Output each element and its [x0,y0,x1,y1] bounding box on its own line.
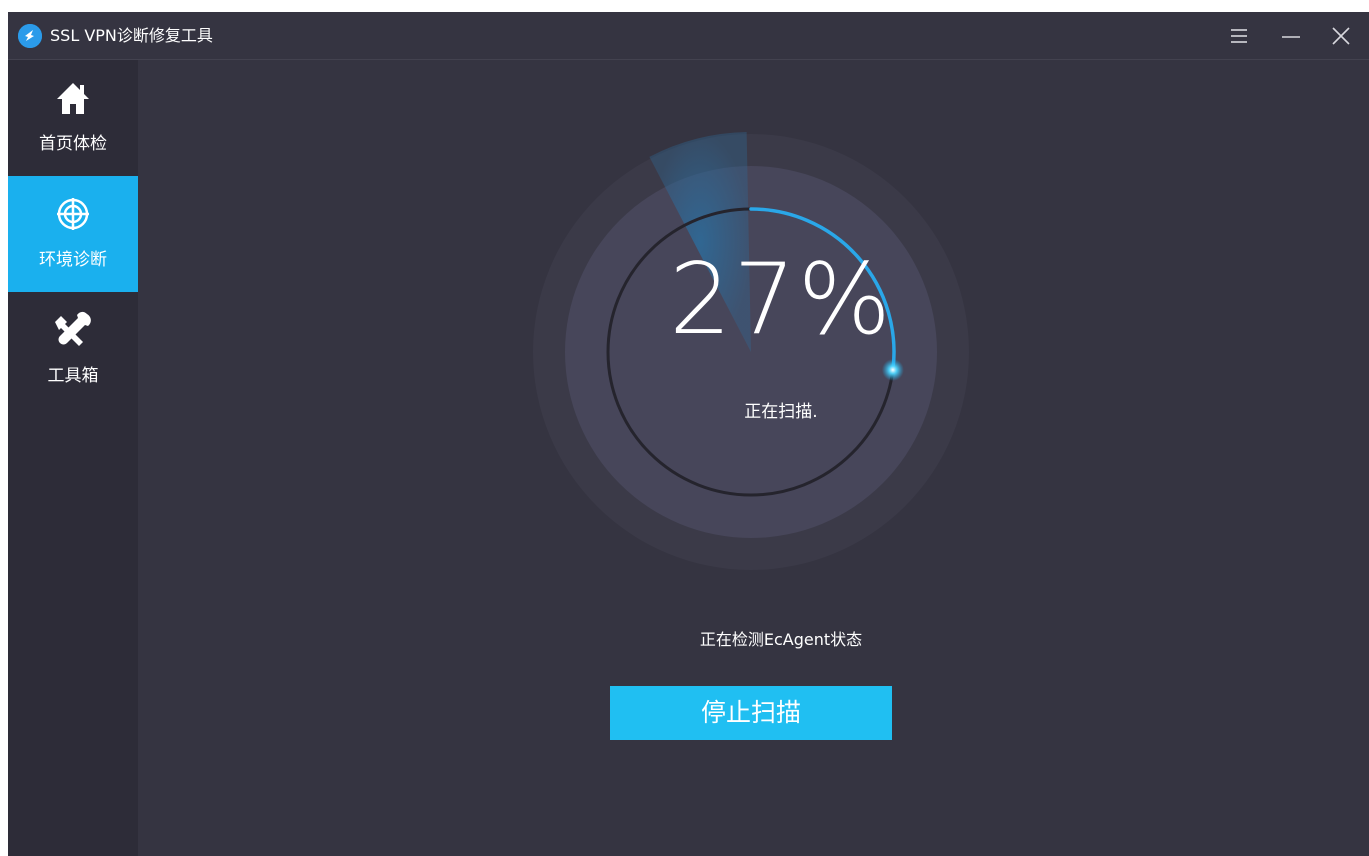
main-panel: 27% 正在扫描. 正在检测EcAgent状态 停止扫描 [138,60,1369,856]
target-icon [53,194,93,234]
progress-percent: 27% [669,243,893,357]
screen-edge [0,0,8,856]
progress-tip-glow [881,358,904,381]
sidebar-item-label: 工具箱 [47,366,99,386]
stop-scan-button[interactable]: 停止扫描 [610,686,892,740]
sidebar-item-toolbox[interactable]: 工具箱 [8,292,138,408]
sidebar-item-home-check[interactable]: 首页体检 [8,60,138,176]
sidebar-item-label: 首页体检 [39,134,107,154]
close-icon[interactable] [1330,25,1352,47]
sidebar-item-label: 环境诊断 [39,250,107,270]
tools-icon [53,310,93,350]
home-icon [53,78,93,118]
app-window: SSL VPN诊断修复工具 首页体检 环境诊断 工具箱 27% 正在扫描. 正在… [8,12,1369,856]
scan-status-label: 正在扫描. [744,402,818,422]
sidebar: 首页体检 环境诊断 工具箱 [8,60,138,856]
app-logo-icon [18,24,42,48]
app-title: SSL VPN诊断修复工具 [50,26,213,45]
sidebar-item-env-diagnosis[interactable]: 环境诊断 [8,176,138,292]
check-status-text: 正在检测EcAgent状态 [699,630,863,649]
menu-icon[interactable] [1228,25,1250,47]
title-bar: SSL VPN诊断修复工具 [8,12,1369,60]
minimize-icon[interactable] [1280,25,1302,47]
